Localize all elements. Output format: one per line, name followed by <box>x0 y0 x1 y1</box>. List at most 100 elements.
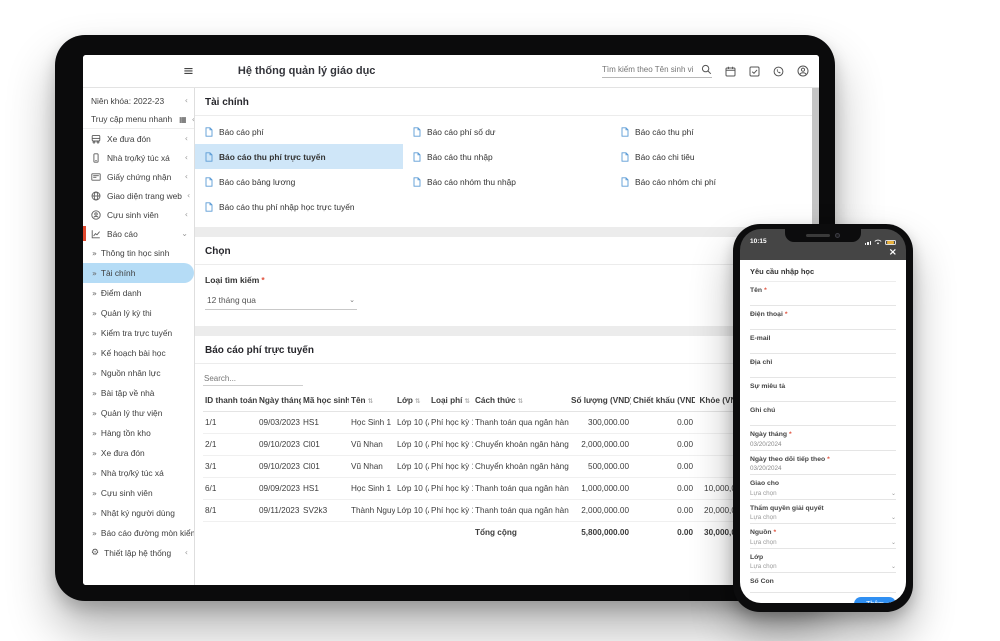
gear-icon: ⚙ <box>91 548 99 558</box>
link-online-admission-fee-report[interactable]: Báo cáo thu phí nhập học trực tuyến <box>195 194 403 219</box>
sidebar-subitem-attendance[interactable]: » Điểm danh <box>83 283 194 303</box>
sidebar-subitem-lesson-plan[interactable]: » Kế hoạch bài học <box>83 343 194 363</box>
link-payroll-report[interactable]: Báo cáo bảng lương <box>195 169 403 194</box>
sidebar-item-system-settings[interactable]: ⚙ Thiết lập hệ thống ‹ <box>83 543 194 562</box>
sidebar-item-alumni[interactable]: Cựu sinh viên ‹ <box>83 205 194 224</box>
children-count-input[interactable] <box>750 585 896 593</box>
chevron-down-icon: ⌄ <box>891 563 896 570</box>
col-amount[interactable]: Số lượng (VND)⇅ <box>569 390 631 412</box>
search-type-select[interactable]: 12 tháng qua ⌄ <box>205 289 357 310</box>
link-fee-report[interactable]: Báo cáo phí <box>195 119 403 144</box>
authority-select[interactable]: Lựa chọn ⌄ <box>750 514 896 524</box>
submenu-arrow-icon: » <box>92 369 97 378</box>
whatsapp-icon[interactable] <box>773 66 784 77</box>
submenu-arrow-icon: » <box>92 249 97 258</box>
sidebar-subitem-hr[interactable]: » Nguồn nhân lực <box>83 363 194 383</box>
hamburger-menu-icon[interactable]: ≡ <box>183 65 194 78</box>
search-icon[interactable] <box>701 64 712 75</box>
sidebar-subitem-user-log[interactable]: » Nhật ký người dùng <box>83 503 194 523</box>
submenu-arrow-icon: » <box>92 349 97 358</box>
note-input[interactable] <box>750 414 896 426</box>
add-button[interactable]: Thêm <box>854 597 896 603</box>
sidebar-subitem-label: Kiểm tra trực tuyến <box>101 328 172 338</box>
sidebar-item-transport[interactable]: Xe đưa đón ‹ <box>83 129 194 148</box>
link-label: Báo cáo thu phí <box>635 127 694 137</box>
website-icon <box>91 191 102 201</box>
sidebar-item-hostel[interactable]: Nhà trọ/ký túc xá ‹ <box>83 148 194 167</box>
source-select[interactable]: Lựa chọn ⌄ <box>750 539 896 549</box>
battery-icon <box>885 240 896 246</box>
link-expense-report[interactable]: Báo cáo chi tiêu <box>611 144 819 169</box>
sidebar-subitem-homework[interactable]: » Bài tập về nhà <box>83 383 194 403</box>
sidebar-subitem-student-info[interactable]: » Thông tin học sinh <box>83 243 194 263</box>
chevron-down-icon: ⌄ <box>891 539 896 546</box>
col-date[interactable]: Ngày tháng⇅ <box>257 390 301 412</box>
col-class[interactable]: Lớp⇅ <box>395 390 429 412</box>
sidebar-item-website[interactable]: Giao diện trang web ‹ <box>83 186 194 205</box>
col-name[interactable]: Tên⇅ <box>349 390 395 412</box>
link-fee-balance-report[interactable]: Báo cáo phí số dư <box>403 119 611 144</box>
close-icon[interactable]: × <box>889 248 897 258</box>
sidebar-subitem-label: Báo cáo đường mòn kiểm toán <box>101 528 194 538</box>
sidebar-subitem-exam-management[interactable]: » Quản lý kỳ thi <box>83 303 194 323</box>
check-square-icon[interactable] <box>749 66 760 77</box>
col-discount[interactable]: Chiết khấu (VND)⇅ <box>631 390 695 412</box>
certificate-icon <box>91 172 102 182</box>
date-input[interactable]: 03/20/2024 <box>750 441 896 451</box>
chevron-left-icon: ‹ <box>185 153 188 162</box>
report-icon <box>91 229 102 239</box>
address-input[interactable] <box>750 366 896 378</box>
col-payment-id[interactable]: ID thanh toán⇅ <box>203 390 257 412</box>
table-search-input[interactable] <box>203 372 303 386</box>
sidebar-item-certificate[interactable]: Giấy chứng nhận ‹ <box>83 167 194 186</box>
link-fee-collection-report[interactable]: Báo cáo thu phí <box>611 119 819 144</box>
sidebar-item-academic-year[interactable]: Niên khóa: 2022-23 ‹ <box>83 91 194 110</box>
phone-input[interactable] <box>750 318 896 330</box>
sidebar-subitem-finance[interactable]: » Tài chính <box>83 263 194 283</box>
link-expense-group-report[interactable]: Báo cáo nhóm chi phí <box>611 169 819 194</box>
sidebar-subitem-library[interactable]: » Quản lý thư viện <box>83 403 194 423</box>
description-input[interactable] <box>750 390 896 402</box>
phone-notch <box>785 229 861 242</box>
sidebar-subitem-label: Thông tin học sinh <box>101 248 169 258</box>
filter-body: Loại tìm kiếm* 12 tháng qua ⌄ <box>195 265 819 326</box>
link-income-group-report[interactable]: Báo cáo nhóm thu nhập <box>403 169 611 194</box>
col-method[interactable]: Cách thức⇅ <box>473 390 569 412</box>
email-input[interactable] <box>750 342 896 354</box>
col-student-code[interactable]: Mã học sinh⇅ <box>301 390 349 412</box>
link-income-report[interactable]: Báo cáo thu nhập <box>403 144 611 169</box>
header-search-input[interactable] <box>602 65 694 74</box>
field-email: E-mail <box>750 335 896 354</box>
sidebar-subitem-audit-trail[interactable]: » Báo cáo đường mòn kiểm toán <box>83 523 194 543</box>
calendar-icon[interactable] <box>725 66 736 77</box>
finance-card: Tài chính Báo cáo phí Báo cáo phí số dư <box>195 88 819 227</box>
sidebar-subitem-inventory[interactable]: » Hàng tồn kho <box>83 423 194 443</box>
assigned-to-select[interactable]: Lựa chọn ⌄ <box>750 490 896 500</box>
sidebar-subitem-label: Cựu sinh viên <box>101 488 153 498</box>
user-avatar-icon[interactable] <box>797 65 809 77</box>
sidebar-subitem-hostel-report[interactable]: » Nhà trọ/ký túc xá <box>83 463 194 483</box>
scrollbar-thumb[interactable] <box>812 88 819 228</box>
class-select[interactable]: Lựa chọn ⌄ <box>750 563 896 573</box>
sidebar-item-label: Cựu sinh viên <box>107 210 159 220</box>
field-phone: Điện thoại* <box>750 311 896 330</box>
required-mark: * <box>789 431 792 438</box>
sidebar-subitem-online-test[interactable]: » Kiểm tra trực tuyến <box>83 323 194 343</box>
sidebar-subitem-label: Hàng tồn kho <box>101 428 151 438</box>
hostel-icon <box>91 153 102 163</box>
sort-icon: ⇅ <box>464 397 469 405</box>
sidebar-subitem-transport-report[interactable]: » Xe đưa đón <box>83 443 194 463</box>
sort-icon: ⇅ <box>415 397 420 405</box>
col-fee-type[interactable]: Loại phí⇅ <box>429 390 473 412</box>
next-follow-up-date-input[interactable]: 03/20/2024 <box>750 465 896 475</box>
header-search <box>602 64 712 78</box>
link-online-fee-collection-report[interactable]: Báo cáo thu phí trực tuyến <box>195 144 403 169</box>
sidebar-item-quick-menu[interactable]: Truy cập menu nhanh ▦ ‹ <box>83 110 194 129</box>
name-input[interactable] <box>750 294 896 306</box>
submenu-arrow-icon: » <box>92 289 97 298</box>
chevron-left-icon: ‹ <box>185 210 188 219</box>
chevron-left-icon: ‹ <box>187 191 190 200</box>
search-type-label-text: Loại tìm kiếm <box>205 275 259 285</box>
sidebar-item-reports[interactable]: Báo cáo ⌄ <box>83 224 194 243</box>
sidebar-subitem-alumni-report[interactable]: » Cựu sinh viên <box>83 483 194 503</box>
